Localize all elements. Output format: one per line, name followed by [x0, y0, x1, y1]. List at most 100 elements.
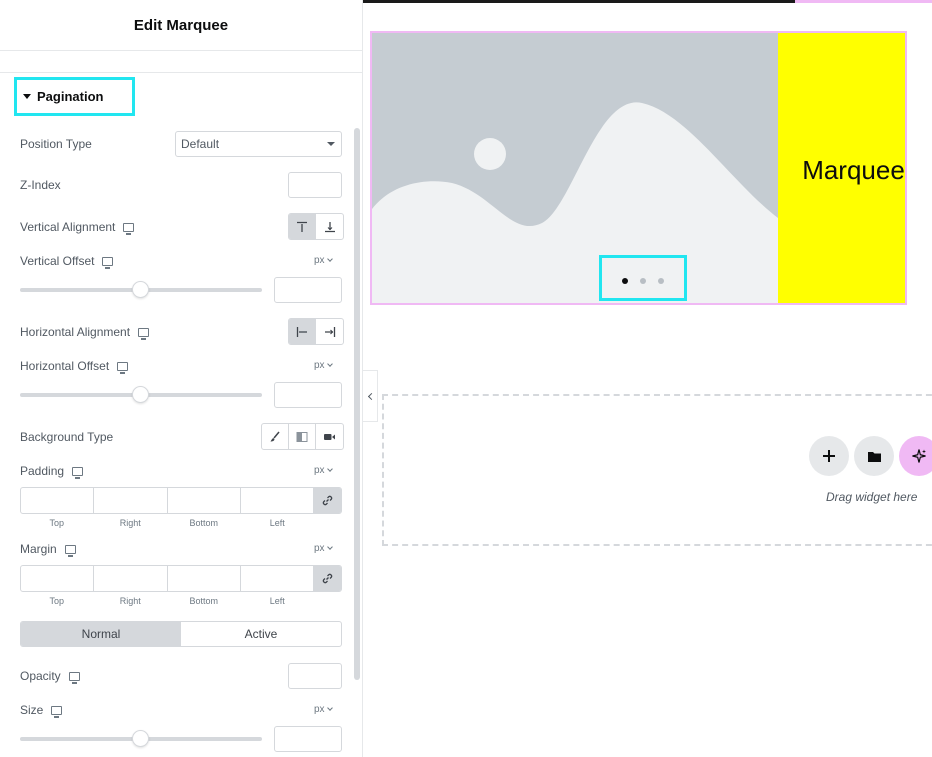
background-type-control — [261, 423, 344, 450]
align-right-button[interactable] — [316, 319, 343, 344]
horizontal-offset-unit[interactable]: px — [314, 360, 333, 371]
empty-drop-zone[interactable] — [382, 394, 932, 546]
z-index-label: Z-Index — [20, 178, 61, 192]
vertical-offset-unit[interactable]: px — [314, 255, 333, 266]
chevron-down-icon — [326, 544, 333, 550]
responsive-desktop-icon[interactable] — [123, 222, 135, 235]
margin-right-input[interactable] — [94, 566, 168, 591]
field-label-left: Left — [269, 518, 285, 528]
opacity-label: Opacity — [20, 669, 80, 684]
padding-top-input[interactable] — [21, 488, 95, 513]
responsive-desktop-icon[interactable] — [64, 544, 76, 557]
position-type-label-text: Position Type — [20, 137, 92, 151]
padding-unit[interactable]: px — [314, 465, 333, 476]
margin-unit[interactable]: px — [314, 543, 333, 554]
marquee-text: Marquee — [802, 154, 905, 185]
field-label-top: Top — [49, 518, 64, 528]
align-left-icon — [296, 326, 307, 337]
margin-bottom-input[interactable] — [168, 566, 241, 591]
margin-top-input[interactable] — [21, 566, 95, 591]
opacity-input[interactable] — [288, 663, 342, 689]
padding-link-button[interactable] — [314, 488, 341, 513]
horizontal-offset-input[interactable] — [274, 382, 342, 408]
responsive-desktop-icon[interactable] — [72, 466, 84, 479]
plus-icon — [823, 450, 835, 462]
unit-text: px — [314, 543, 325, 554]
unit-text: px — [314, 704, 325, 715]
position-type-label: Position Type — [20, 137, 92, 151]
field-label-bottom: Bottom — [189, 518, 218, 528]
align-top-button[interactable] — [289, 214, 316, 239]
padding-left-input[interactable] — [241, 488, 315, 513]
padding-bottom-input[interactable] — [168, 488, 241, 513]
margin-left-input[interactable] — [241, 566, 315, 591]
chevron-down-icon — [326, 256, 333, 262]
background-type-label: Background Type — [20, 430, 113, 444]
vertical-offset-label-text: Vertical Offset — [20, 254, 95, 268]
marquee-text-block[interactable]: Marquee — [778, 33, 905, 303]
size-label-text: Size — [20, 703, 44, 717]
responsive-desktop-icon[interactable] — [102, 256, 114, 269]
chevron-down-icon — [326, 466, 333, 472]
add-template-button[interactable] — [854, 436, 894, 476]
align-left-button[interactable] — [289, 319, 316, 344]
horizontal-alignment-label: Horizontal Alignment — [20, 325, 150, 340]
unit-text: px — [314, 360, 325, 371]
collapse-panel-button[interactable] — [363, 370, 378, 422]
chevron-down-icon — [326, 361, 333, 367]
padding-right-input[interactable] — [94, 488, 168, 513]
responsive-desktop-icon[interactable] — [68, 671, 80, 684]
slider-thumb[interactable] — [132, 730, 149, 747]
field-label-bottom: Bottom — [189, 596, 218, 606]
align-right-icon — [324, 326, 335, 337]
responsive-desktop-icon[interactable] — [117, 361, 129, 374]
pagination-dots — [599, 255, 687, 301]
horizontal-offset-slider[interactable] — [20, 386, 262, 403]
opacity-label-text: Opacity — [20, 669, 61, 683]
size-unit[interactable]: px — [314, 704, 333, 715]
pagination-dot-1[interactable] — [622, 278, 628, 284]
field-label-right: Right — [119, 518, 141, 528]
drag-widget-hint: Drag widget here — [826, 490, 918, 504]
chevron-left-icon — [367, 392, 375, 400]
z-index-input[interactable] — [288, 172, 342, 198]
video-background-button[interactable] — [316, 424, 343, 449]
previous-section-bar[interactable] — [0, 51, 362, 73]
unit-text: px — [314, 255, 325, 266]
gradient-background-button[interactable] — [289, 424, 316, 449]
ai-assistant-button[interactable] — [899, 436, 932, 476]
caret-down-icon — [23, 94, 31, 99]
responsive-desktop-icon[interactable] — [51, 705, 63, 718]
z-index-label-text: Z-Index — [20, 178, 61, 192]
gradient-icon — [296, 431, 308, 442]
size-slider[interactable] — [20, 730, 262, 747]
size-input[interactable] — [274, 726, 342, 752]
margin-label: Margin — [20, 542, 76, 557]
margin-inputs — [20, 565, 342, 592]
widget-handle-bar[interactable] — [795, 0, 932, 3]
margin-link-button[interactable] — [314, 566, 341, 591]
horizontal-offset-label: Horizontal Offset — [20, 359, 129, 374]
panel-scrollbar[interactable] — [354, 128, 360, 680]
vertical-offset-input[interactable] — [274, 277, 342, 303]
pagination-dot-3[interactable] — [658, 278, 664, 284]
classic-background-button[interactable] — [262, 424, 289, 449]
sparkle-icon — [912, 449, 926, 463]
slider-thumb[interactable] — [132, 386, 149, 403]
slider-thumb[interactable] — [132, 281, 149, 298]
link-icon — [322, 495, 333, 506]
chevron-down-icon — [326, 705, 333, 711]
pagination-dot-2[interactable] — [640, 278, 646, 284]
responsive-desktop-icon[interactable] — [138, 327, 150, 340]
background-type-label-text: Background Type — [20, 430, 114, 444]
add-section-button[interactable] — [809, 436, 849, 476]
align-bottom-button[interactable] — [316, 214, 343, 239]
pagination-section-toggle[interactable]: Pagination — [14, 77, 135, 116]
align-top-icon — [297, 221, 307, 232]
tab-normal[interactable]: Normal — [21, 622, 181, 646]
vertical-offset-slider[interactable] — [20, 281, 262, 298]
tab-active[interactable]: Active — [181, 622, 341, 646]
position-type-select[interactable]: Default — [175, 131, 342, 157]
vertical-alignment-label-text: Vertical Alignment — [20, 220, 116, 234]
padding-label-text: Padding — [20, 464, 65, 478]
